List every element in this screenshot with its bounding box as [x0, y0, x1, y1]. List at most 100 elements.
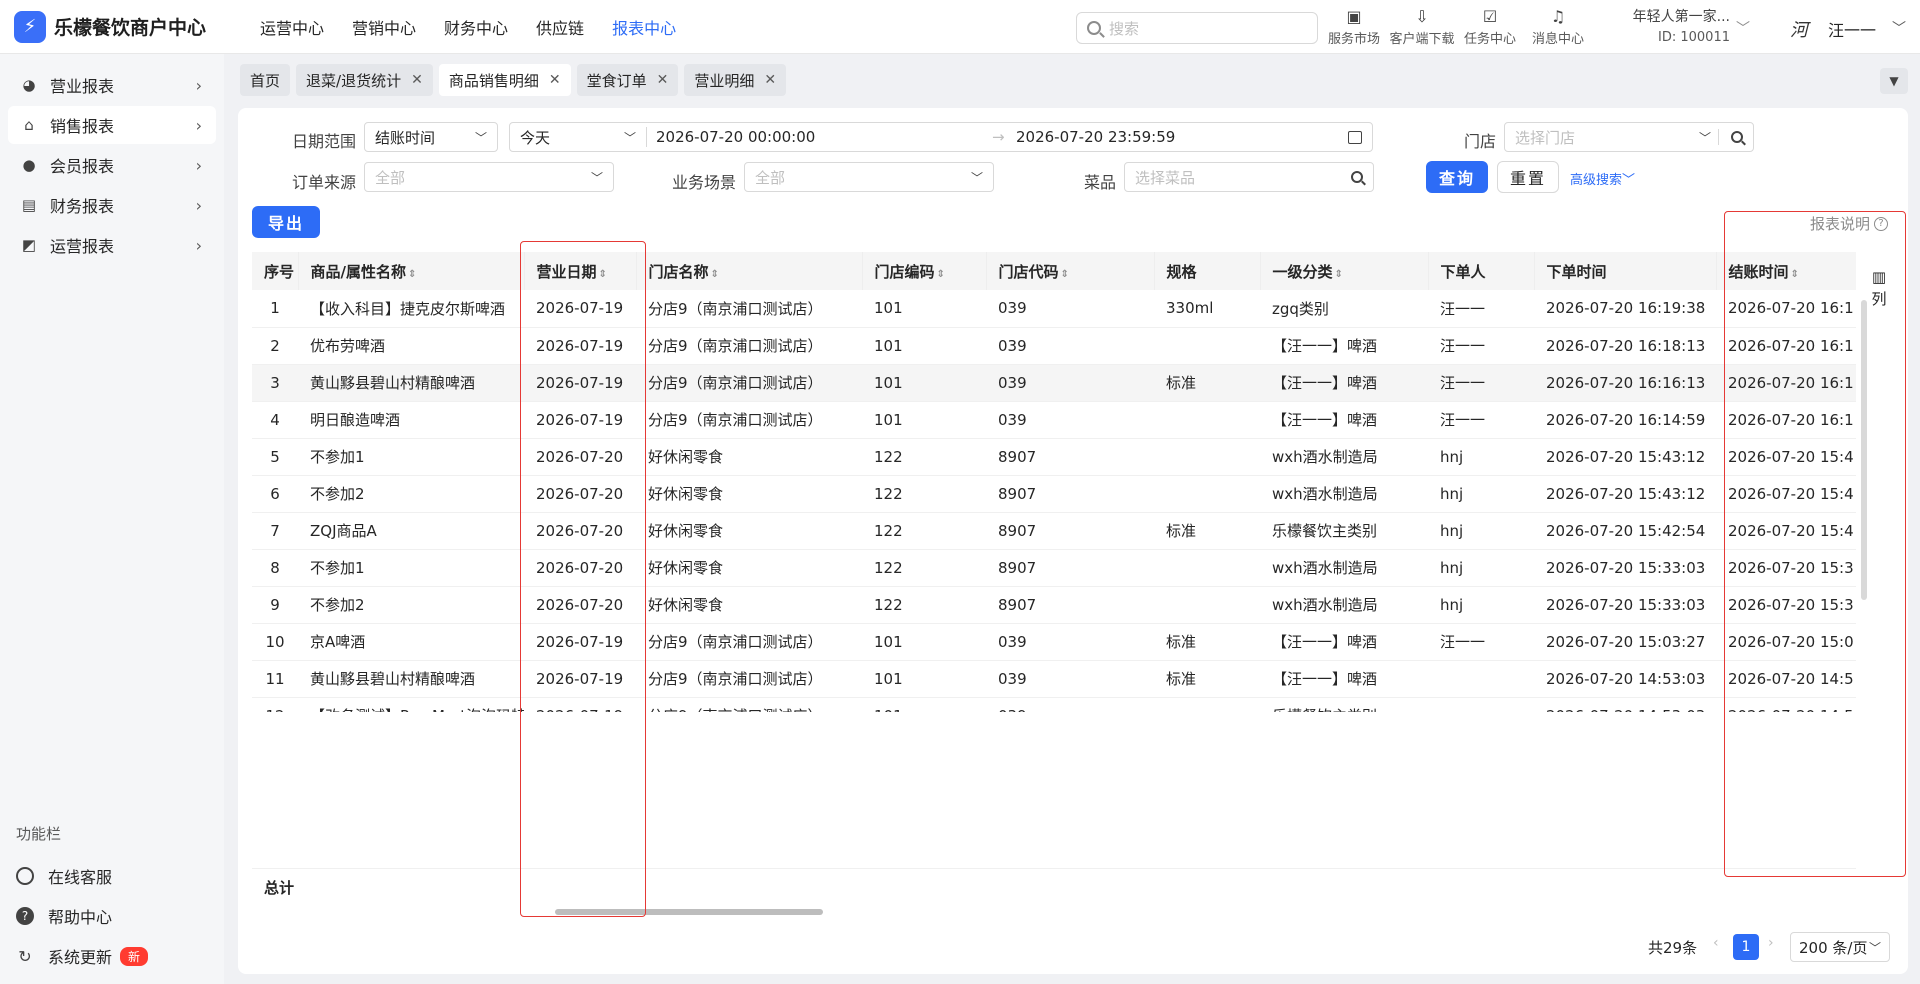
col-header[interactable]: 门店编码 ⇕ — [862, 252, 987, 290]
table-cell: ZQJ商品A — [298, 512, 524, 550]
nav-supply-chain[interactable]: 供应链 — [522, 15, 598, 39]
help-center-link[interactable]: ? 帮助中心 — [16, 904, 112, 928]
report-note-link[interactable]: 报表说明 ? — [1810, 213, 1889, 234]
tabs-dropdown-button[interactable]: ▼ — [1880, 68, 1908, 94]
username[interactable]: 汪一一 — [1828, 17, 1876, 41]
sort-icon[interactable]: ⇕ — [711, 269, 719, 280]
avatar[interactable]: 河 — [1784, 14, 1814, 44]
close-icon[interactable]: ✕ — [657, 72, 669, 88]
business-scene-select[interactable]: 全部 ﹀ — [744, 162, 994, 192]
table-row[interactable]: 9 不参加2 2026-07-20 好休闲零食 122 8907 wxh酒水制造局 hnj 20… — [252, 586, 1856, 624]
store-label: 门店 — [1464, 132, 1497, 151]
client-download-button[interactable]: ⇩ 客户端下载 — [1388, 6, 1456, 47]
col-header[interactable]: 营业日期 ⇕ — [524, 252, 637, 290]
nav-ops-center[interactable]: 运营中心 — [246, 15, 338, 39]
query-button[interactable]: 查询 — [1426, 161, 1488, 193]
table-row[interactable]: 4 明日酿造啤酒 2026-07-19 分店9（南京浦口测试店） 101 039 【汪一一】… — [252, 401, 1856, 439]
col-header[interactable]: 门店代码 ⇕ — [986, 252, 1155, 290]
table-row[interactable]: 6 不参加2 2026-07-20 好休闲零食 122 8907 wxh酒水制造局 hnj 20… — [252, 475, 1856, 513]
table-cell: 2026-07-20 15:3 — [1716, 586, 1856, 624]
col-header[interactable]: 结账时间 ⇕ — [1716, 252, 1856, 290]
task-center-button[interactable]: ☑ 任务中心 — [1456, 6, 1524, 47]
table-row[interactable]: 8 不参加1 2026-07-20 好休闲零食 122 8907 wxh酒水制造局 hnj 20… — [252, 549, 1856, 587]
table-cell: 039 — [986, 401, 1154, 439]
close-icon[interactable]: ✕ — [549, 72, 561, 88]
table-cell: 039 — [986, 697, 1154, 712]
table-header-row: 序号 商品/属性名称 ⇕ 营业日期 ⇕ 门店名称 ⇕ 门店编码 ⇕ 门店代码 ⇕ 规格 一… — [252, 252, 1856, 290]
store-select[interactable]: 选择门店 ﹀ — [1504, 122, 1754, 152]
message-center-button[interactable]: ♫ 消息中心 — [1524, 6, 1592, 47]
tab-product-sales-detail[interactable]: 商品销售明细 ✕ — [438, 64, 571, 96]
table-row[interactable]: 1 【收入科目】捷克皮尔斯啤酒 2026-07-19 分店9（南京浦口测试店） 101 0… — [252, 290, 1856, 328]
sort-icon[interactable]: ⇕ — [1335, 269, 1343, 280]
table-row[interactable]: 5 不参加1 2026-07-20 好休闲零食 122 8907 wxh酒水制造局 hnj 20… — [252, 438, 1856, 476]
sidebar-item-business-report[interactable]: ◕ 营业报表 › — [8, 66, 216, 104]
column-settings-button[interactable]: ▥ 列 — [1868, 266, 1890, 310]
dish-select[interactable]: 选择菜品 — [1124, 162, 1374, 192]
col-header-label: 结账时间 — [1728, 262, 1789, 281]
chevron-down-icon: ﹀ — [474, 130, 487, 145]
header-search-input[interactable]: 搜索 — [1076, 12, 1318, 44]
nav-report-center[interactable]: 报表中心 — [598, 15, 690, 39]
chevron-right-icon: › — [195, 75, 202, 95]
sort-icon[interactable]: ⇕ — [408, 269, 416, 280]
nav-finance-center[interactable]: 财务中心 — [430, 15, 522, 39]
close-icon[interactable]: ✕ — [764, 72, 776, 88]
col-header[interactable]: 一级分类 ⇕ — [1260, 252, 1429, 290]
order-source-select[interactable]: 全部 ﹀ — [364, 162, 614, 192]
horizontal-scrollbar-track[interactable] — [252, 904, 1850, 920]
table-cell: hnj — [1428, 438, 1534, 476]
sort-icon[interactable]: ⇕ — [1061, 269, 1069, 280]
business-scene-placeholder: 全部 — [755, 168, 786, 187]
sidebar-item-sales-report[interactable]: ⌂ 销售报表 › — [8, 106, 216, 144]
page-number-current[interactable]: 1 — [1733, 934, 1759, 960]
prev-page-button[interactable]: ‹ — [1713, 935, 1719, 951]
service-market-button[interactable]: ▣ 服务市场 — [1320, 6, 1388, 47]
sidebar-item-finance-report[interactable]: ▤ 财务报表 › — [8, 186, 216, 224]
tab-home[interactable]: 首页 — [240, 64, 291, 96]
double-chevron-down-icon: ﹀ — [1622, 173, 1636, 188]
page-size-select[interactable]: 200 条/页 ﹀ — [1790, 932, 1890, 962]
tab-business-detail[interactable]: 营业明细 ✕ — [684, 64, 787, 96]
advanced-search-link[interactable]: 高级搜索﹀ — [1570, 169, 1635, 188]
sidebar-item-ops-report[interactable]: ◩ 运营报表 › — [8, 226, 216, 264]
chevron-down-icon[interactable]: ﹀ — [1736, 18, 1750, 38]
date-type-select[interactable]: 结账时间 ﹀ — [364, 122, 498, 152]
function-bar-title: 功能栏 — [16, 825, 62, 843]
horizontal-scrollbar-thumb[interactable] — [555, 909, 823, 915]
table-row[interactable]: 12【改名测试】Pop Mart泡泡玛特2026-07-19分店9（南京浦口测试… — [252, 697, 1856, 712]
table-cell: 2026-07-20 15:42:54 — [1534, 512, 1716, 550]
system-update-link[interactable]: ↻ 系统更新 新 — [16, 944, 149, 968]
sort-icon[interactable]: ⇕ — [937, 269, 945, 280]
col-header[interactable]: 商品/属性名称 ⇕ — [298, 252, 525, 290]
tab-dine-in-orders[interactable]: 堂食订单 ✕ — [576, 64, 679, 96]
sort-icon[interactable]: ⇕ — [1791, 269, 1799, 280]
table-cell: 2026-07-20 15:03:27 — [1534, 623, 1716, 661]
date-range-picker[interactable]: 今天 ﹀ 2026-07-20 00:00:00 → 2026-07-20 23… — [509, 122, 1373, 152]
vertical-scrollbar[interactable] — [1861, 300, 1867, 600]
sidebar-item-member-report[interactable]: ● 会员报表 › — [8, 146, 216, 184]
table-cell: 2026-07-20 — [524, 586, 636, 624]
table-row[interactable]: 10 京A啤酒 2026-07-19 分店9（南京浦口测试店） 101 039 标准 【汪一一… — [252, 623, 1856, 661]
chevron-down-icon[interactable]: ﹀ — [1892, 18, 1906, 38]
table-row[interactable]: 7 ZQJ商品A 2026-07-20 好休闲零食 122 8907 标准 乐檬餐饮主类别 hn… — [252, 512, 1856, 550]
table-row[interactable]: 11 黄山黟县碧山村精酿啤酒 2026-07-19 分店9（南京浦口测试店） 101 03… — [252, 660, 1856, 698]
close-icon[interactable]: ✕ — [411, 72, 423, 88]
table-cell: 3 — [252, 364, 298, 402]
pagination-total: 共29条 — [1648, 939, 1698, 957]
table-row[interactable]: 3 黄山黟县碧山村精酿啤酒 2026-07-19 分店9（南京浦口测试店） 101 039… — [252, 364, 1856, 402]
table-cell — [1154, 549, 1260, 587]
online-support-link[interactable]: 在线客服 — [16, 864, 112, 888]
col-header-label: 下单时间 — [1546, 262, 1607, 281]
export-button[interactable]: 导出 — [252, 206, 320, 238]
tab-return-stats[interactable]: 退菜/退货统计 ✕ — [296, 64, 433, 96]
sort-icon[interactable]: ⇕ — [599, 269, 607, 280]
app-logo[interactable]: ⚡ 乐檬餐饮商户中心 — [0, 10, 230, 43]
nav-marketing-center[interactable]: 营销中心 — [338, 15, 430, 39]
table-row[interactable]: 2 优布劳啤酒 2026-07-19 分店9（南京浦口测试店） 101 039 【汪一一】啤… — [252, 327, 1856, 365]
reset-button[interactable]: 重置 — [1497, 161, 1559, 193]
account-switcher[interactable]: 年轻人第一家... ID: 100011 — [1620, 6, 1730, 45]
search-icon[interactable] — [1731, 131, 1743, 143]
col-header[interactable]: 门店名称 ⇕ — [636, 252, 863, 290]
next-page-button[interactable]: › — [1768, 935, 1774, 951]
